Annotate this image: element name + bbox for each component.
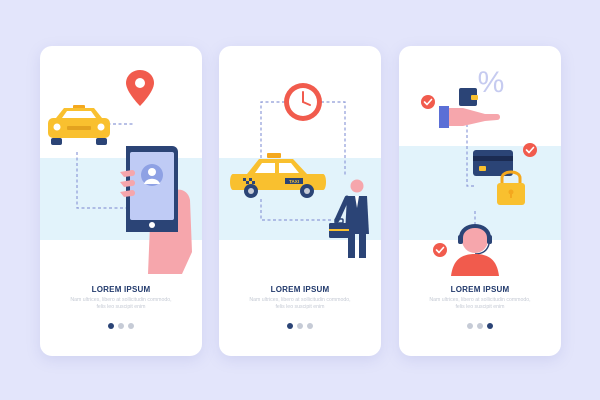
taxi-sign: TAXI (289, 179, 299, 184)
location-pin-icon (126, 70, 154, 106)
onboarding-card-2: TAXI LOREM IPSUM Nam ultrices, libero at… (219, 46, 381, 356)
smartphone-icon (120, 146, 192, 274)
support-agent-icon (451, 224, 499, 276)
screen-title: LOREM IPSUM (91, 285, 151, 294)
check-icon (523, 143, 537, 157)
page-dot-2[interactable] (477, 323, 483, 329)
page-dot-1[interactable] (287, 323, 293, 329)
onboarding-card-3: % LOREM IPSUM Nam ultrices, libero at so… (399, 46, 561, 356)
page-indicator (219, 323, 381, 329)
screen-description: Nam ultrices, libero at sollicitudin com… (249, 297, 351, 310)
page-dot-3[interactable] (307, 323, 313, 329)
page-dot-2[interactable] (118, 323, 124, 329)
onboarding-card-1: LOREM IPSUM Nam ultrices, libero at soll… (40, 46, 202, 356)
taxi-pickup-illustration: TAXI (230, 83, 369, 258)
page-dot-3[interactable] (128, 323, 134, 329)
payment-support-illustration: % (421, 66, 537, 276)
page-dot-3[interactable] (487, 323, 493, 329)
page-dot-1[interactable] (108, 323, 114, 329)
screen-title: LOREM IPSUM (270, 285, 330, 294)
taxi-car-icon: TAXI (230, 153, 326, 198)
taxi-car-icon (48, 105, 110, 145)
screen-title: LOREM IPSUM (450, 285, 510, 294)
screen-description: Nam ultrices, libero at sollicitudin com… (429, 297, 531, 310)
page-indicator (40, 323, 202, 329)
taxi-booking-illustration (48, 70, 192, 274)
check-icon (421, 95, 435, 109)
padlock-icon (497, 170, 525, 205)
check-icon (433, 243, 447, 257)
discount-icon: % (478, 66, 505, 99)
screen-description: Nam ultrices, libero at sollicitudin com… (70, 297, 172, 310)
page-dot-2[interactable] (297, 323, 303, 329)
page-indicator (399, 323, 561, 329)
clock-icon (284, 83, 322, 121)
page-dot-1[interactable] (467, 323, 473, 329)
